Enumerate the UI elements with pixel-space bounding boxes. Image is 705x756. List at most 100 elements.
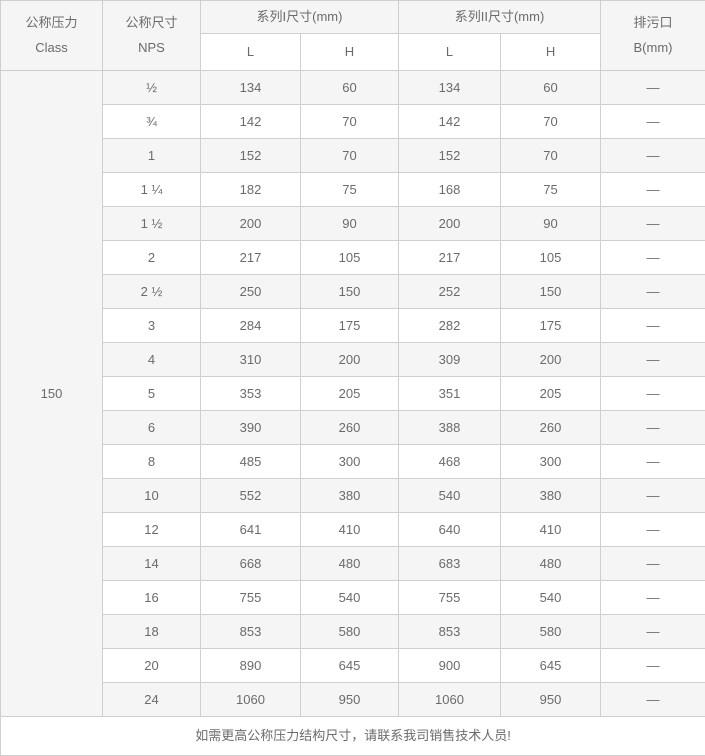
cell-blowdown: — [601,615,705,649]
header-class-column: 公称压力 Class [1,1,103,71]
cell-series1-h: 70 [301,139,399,173]
cell-nps: 2 [103,241,201,275]
table-row: 8485300468300— [1,445,705,479]
table-row: 6390260388260— [1,411,705,445]
cell-series2-l: 252 [399,275,501,309]
cell-series2-l: 540 [399,479,501,513]
cell-series1-l: 1060 [201,683,301,717]
cell-nps: 1 [103,139,201,173]
cell-blowdown: — [601,71,705,105]
cell-series2-l: 640 [399,513,501,547]
cell-class-value: 150 [1,71,103,717]
cell-series1-h: 75 [301,173,399,207]
cell-series1-h: 70 [301,105,399,139]
cell-series1-h: 480 [301,547,399,581]
cell-blowdown: — [601,173,705,207]
cell-blowdown: — [601,683,705,717]
cell-nps: 14 [103,547,201,581]
table-row: 16755540755540— [1,581,705,615]
cell-blowdown: — [601,207,705,241]
cell-series2-h: 60 [501,71,601,105]
table-row: 11527015270— [1,139,705,173]
cell-nps: 1 ½ [103,207,201,241]
header-series2-h: H [501,34,601,71]
header-series1-h: H [301,34,399,71]
cell-series2-l: 168 [399,173,501,207]
cell-series1-h: 645 [301,649,399,683]
cell-series1-h: 300 [301,445,399,479]
cell-series2-l: 200 [399,207,501,241]
cell-series2-h: 645 [501,649,601,683]
cell-nps: 5 [103,377,201,411]
cell-series1-h: 410 [301,513,399,547]
cell-series2-h: 260 [501,411,601,445]
footer-note: 如需更高公称压力结构尺寸，请联系我司销售技术人员! [1,717,705,756]
cell-series2-l: 468 [399,445,501,479]
cell-series2-h: 950 [501,683,601,717]
cell-nps: 8 [103,445,201,479]
table-row: ¾1427014270— [1,105,705,139]
table-body: 150½1346013460—¾1427014270—11527015270—1… [1,71,705,717]
cell-series2-l: 1060 [399,683,501,717]
cell-series2-h: 90 [501,207,601,241]
cell-series1-l: 485 [201,445,301,479]
cell-series2-h: 410 [501,513,601,547]
table-row: 14668480683480— [1,547,705,581]
cell-blowdown: — [601,581,705,615]
cell-series1-h: 150 [301,275,399,309]
cell-series1-l: 890 [201,649,301,683]
cell-blowdown: — [601,649,705,683]
header-blowdown-en: B(mm) [601,40,705,56]
cell-series1-h: 260 [301,411,399,445]
cell-series1-l: 390 [201,411,301,445]
cell-series1-h: 105 [301,241,399,275]
table-header: 公称压力 Class 公称尺寸 NPS 系列I尺寸(mm) 系列II尺寸(mm)… [1,1,705,71]
cell-series1-l: 142 [201,105,301,139]
header-blowdown-column: 排污口 B(mm) [601,1,705,71]
table-row: 2410609501060950— [1,683,705,717]
cell-series2-h: 200 [501,343,601,377]
cell-nps: 4 [103,343,201,377]
cell-series1-l: 668 [201,547,301,581]
cell-series2-h: 480 [501,547,601,581]
cell-series1-l: 134 [201,71,301,105]
cell-nps: ¾ [103,105,201,139]
cell-series1-h: 380 [301,479,399,513]
cell-series2-h: 540 [501,581,601,615]
table-row: 2 ½250150252150— [1,275,705,309]
cell-series2-l: 351 [399,377,501,411]
cell-series1-h: 540 [301,581,399,615]
cell-series1-h: 580 [301,615,399,649]
cell-series1-h: 205 [301,377,399,411]
cell-blowdown: — [601,105,705,139]
cell-series2-h: 70 [501,139,601,173]
cell-series2-l: 900 [399,649,501,683]
header-row-groups: 公称压力 Class 公称尺寸 NPS 系列I尺寸(mm) 系列II尺寸(mm)… [1,1,705,34]
cell-nps: 10 [103,479,201,513]
cell-series2-l: 683 [399,547,501,581]
cell-blowdown: — [601,309,705,343]
cell-blowdown: — [601,343,705,377]
cell-series2-l: 217 [399,241,501,275]
cell-series2-l: 152 [399,139,501,173]
header-nps-cn: 公称尺寸 [103,15,200,31]
table-row: 5353205351205— [1,377,705,411]
cell-series2-h: 75 [501,173,601,207]
header-nps-column: 公称尺寸 NPS [103,1,201,71]
cell-nps: 18 [103,615,201,649]
header-blowdown-cn: 排污口 [601,15,705,31]
table-row: 4310200309200— [1,343,705,377]
footer-row: 如需更高公称压力结构尺寸，请联系我司销售技术人员! [1,717,705,756]
cell-series2-l: 755 [399,581,501,615]
cell-blowdown: — [601,411,705,445]
table-row: 12641410640410— [1,513,705,547]
table-row: 20890645900645— [1,649,705,683]
cell-series2-h: 380 [501,479,601,513]
header-nps-en: NPS [103,40,200,56]
cell-series2-l: 282 [399,309,501,343]
dimension-spec-table: 公称压力 Class 公称尺寸 NPS 系列I尺寸(mm) 系列II尺寸(mm)… [0,0,705,756]
cell-nps: 24 [103,683,201,717]
cell-nps: ½ [103,71,201,105]
cell-blowdown: — [601,513,705,547]
cell-nps: 16 [103,581,201,615]
